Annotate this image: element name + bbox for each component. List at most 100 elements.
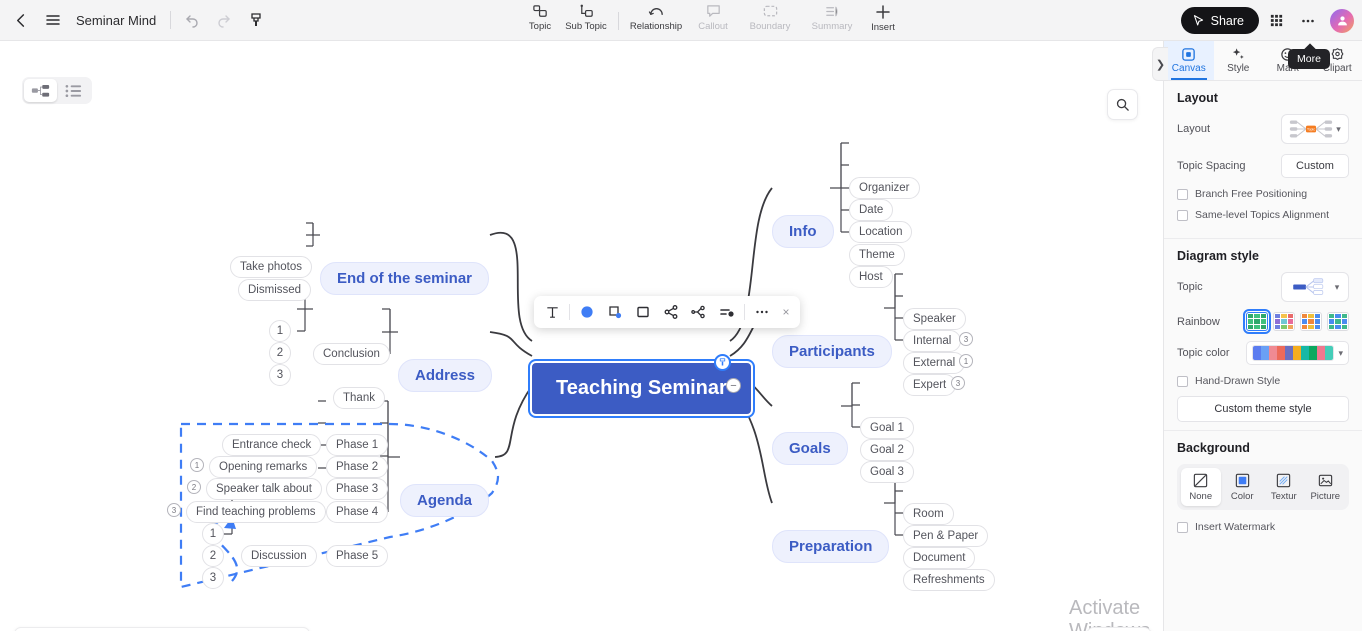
sub-organizer[interactable]: Organizer	[849, 177, 920, 199]
task-find-teaching-problems[interactable]: Find teaching problems	[186, 501, 326, 523]
text-format-icon[interactable]	[538, 299, 566, 325]
discussion-num-3[interactable]: 3	[202, 567, 224, 589]
branch-info[interactable]: Info	[772, 215, 834, 248]
shape-icon[interactable]	[601, 299, 629, 325]
sub-location[interactable]: Location	[849, 221, 913, 243]
insert-watermark-checkbox[interactable]: Insert Watermark	[1177, 521, 1349, 533]
background-picture[interactable]: Picture	[1306, 468, 1346, 506]
hand-drawn-style-checkbox[interactable]: Hand-Drawn Style	[1177, 375, 1349, 387]
undo-button[interactable]	[177, 5, 207, 35]
rainbow-option-4[interactable]	[1327, 312, 1349, 331]
tool-summary-label: Summary	[811, 21, 853, 32]
avatar[interactable]	[1330, 8, 1354, 33]
relationship-icon[interactable]	[685, 299, 713, 325]
sub-internal[interactable]: Internal	[903, 330, 962, 352]
canvas-icon	[1182, 48, 1196, 61]
tab-style[interactable]: Style	[1214, 41, 1264, 80]
search-button[interactable]	[1107, 89, 1138, 120]
grid-apps-icon[interactable]	[1261, 6, 1291, 36]
branch-free-positioning-checkbox[interactable]: Branch Free Positioning	[1177, 188, 1349, 200]
toolbar-right-group: Share	[1180, 0, 1362, 41]
topic-style-dropdown[interactable]: ▾	[1281, 272, 1349, 302]
branch-preparation[interactable]: Preparation	[772, 530, 890, 563]
branch-icon[interactable]	[657, 299, 685, 325]
discussion-num-1[interactable]: 1	[202, 523, 224, 545]
custom-theme-style-button[interactable]: Custom theme style	[1177, 396, 1349, 422]
sub-goal-2[interactable]: Goal 2	[860, 439, 914, 461]
sub-address-num-2[interactable]: 2	[269, 342, 291, 364]
task-speaker-talk-about[interactable]: Speaker talk about	[206, 478, 322, 500]
sub-document[interactable]: Document	[903, 547, 976, 569]
node-drag-handle[interactable]	[714, 354, 731, 371]
same-level-alignment-checkbox[interactable]: Same-level Topics Alignment	[1177, 209, 1349, 221]
background-none[interactable]: None	[1181, 468, 1221, 506]
task-opening-remarks[interactable]: Opening remarks	[209, 456, 318, 478]
phase-5[interactable]: Phase 5	[326, 545, 389, 567]
rainbow-option-2[interactable]	[1273, 312, 1295, 331]
phase-2[interactable]: Phase 2	[326, 456, 389, 478]
sub-thank[interactable]: Thank	[333, 387, 385, 409]
branch-goals[interactable]: Goals	[772, 432, 848, 465]
tool-sub-topic[interactable]: Sub Topic	[560, 0, 612, 32]
sub-date[interactable]: Date	[849, 199, 894, 221]
redo-button[interactable]	[209, 5, 239, 35]
sub-expert[interactable]: Expert	[903, 374, 957, 396]
background-color[interactable]: Color	[1223, 468, 1263, 506]
sub-pen-paper[interactable]: Pen & Paper	[903, 525, 989, 547]
phase-4[interactable]: Phase 4	[326, 501, 389, 523]
outline-view-icon[interactable]	[57, 79, 90, 102]
format-painter-button[interactable]	[241, 5, 271, 35]
topic-color-dropdown[interactable]: ▾	[1246, 341, 1349, 365]
layout-dropdown[interactable]: Topic ▾	[1281, 114, 1349, 144]
sub-take-photos[interactable]: Take photos	[230, 256, 313, 278]
background-texture[interactable]: Textur	[1264, 468, 1304, 506]
diagram-style-title: Diagram style	[1177, 249, 1259, 263]
phase-1[interactable]: Phase 1	[326, 434, 389, 456]
border-icon[interactable]	[629, 299, 657, 325]
document-title[interactable]: Seminar Mind	[76, 13, 156, 28]
discussion-num-2[interactable]: 2	[202, 545, 224, 567]
close-toolbar-button[interactable]: ×	[776, 299, 796, 325]
sub-address-num-3[interactable]: 3	[269, 364, 291, 386]
more-horizontal-icon[interactable]	[1293, 6, 1323, 36]
hamburger-menu-button[interactable]	[38, 5, 68, 35]
branch-agenda[interactable]: Agenda	[400, 484, 490, 517]
branch-address[interactable]: Address	[398, 359, 493, 392]
line-style-icon[interactable]	[713, 299, 741, 325]
sub-goal-3[interactable]: Goal 3	[860, 461, 914, 483]
panel-tabs: Canvas Style Mark Clipart	[1164, 41, 1362, 81]
sub-conclusion[interactable]: Conclusion	[313, 343, 390, 365]
collapse-node-button[interactable]: −	[726, 378, 741, 393]
branch-end-of-seminar[interactable]: End of the seminar	[320, 262, 490, 295]
more-options-icon[interactable]	[748, 299, 776, 325]
phase-3[interactable]: Phase 3	[326, 478, 389, 500]
rainbow-option-1[interactable]	[1243, 309, 1271, 334]
sub-refreshments[interactable]: Refreshments	[903, 569, 995, 591]
fill-color-icon[interactable]	[573, 299, 601, 325]
sub-external[interactable]: External	[903, 352, 966, 374]
task-discussion[interactable]: Discussion	[241, 545, 317, 567]
branch-participants[interactable]: Participants	[772, 335, 892, 368]
sub-theme[interactable]: Theme	[849, 244, 905, 266]
tool-relationship[interactable]: Relationship	[625, 0, 687, 32]
tab-canvas[interactable]: Canvas	[1164, 41, 1214, 80]
back-button[interactable]	[6, 5, 36, 35]
mindmap-canvas[interactable]: Teaching Seminar − Info Organizer Date L…	[0, 41, 1163, 631]
task-entrance-check[interactable]: Entrance check	[222, 434, 322, 456]
sub-goal-1[interactable]: Goal 1	[860, 417, 914, 439]
root-node[interactable]: Teaching Seminar	[532, 363, 751, 414]
branch-free-positioning-label: Branch Free Positioning	[1195, 188, 1308, 200]
topic-spacing-button[interactable]: Custom	[1281, 154, 1349, 178]
sub-dismissed[interactable]: Dismissed	[238, 279, 312, 301]
sub-address-num-1[interactable]: 1	[269, 320, 291, 342]
sub-room[interactable]: Room	[903, 503, 954, 525]
sub-host[interactable]: Host	[849, 266, 893, 288]
share-button[interactable]: Share	[1180, 7, 1259, 34]
mindmap-view-icon[interactable]	[24, 79, 57, 102]
tool-boundary-label: Boundary	[749, 21, 791, 32]
rainbow-option-3[interactable]	[1300, 312, 1322, 331]
panel-collapse-button[interactable]: ❯	[1152, 47, 1168, 81]
sub-speaker[interactable]: Speaker	[903, 308, 966, 330]
tool-topic[interactable]: Topic	[520, 0, 560, 32]
tool-insert[interactable]: Insert	[863, 0, 903, 33]
